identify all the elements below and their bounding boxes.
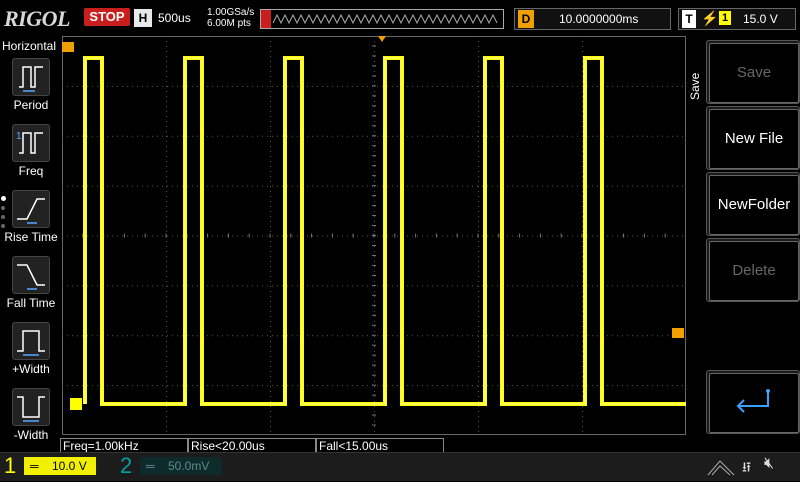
new-file-button[interactable]: New File	[706, 106, 800, 170]
top-status-bar: RIGOL STOP H 500us 1.00GSa/s 6.00M pts D…	[0, 0, 800, 36]
trigger-position-marker-top	[378, 36, 386, 42]
measure-panel: Horizontal Period 1 Freq Rise Time Fall …	[0, 36, 62, 452]
negative-width-icon	[12, 388, 50, 426]
measure-negative-width[interactable]: -Width	[0, 386, 62, 448]
save-button-label: Save	[709, 43, 799, 103]
dc-coupling-icon: ═	[30, 459, 39, 473]
timebase-label: H	[134, 9, 152, 27]
channel-2-number[interactable]: 2	[120, 453, 132, 479]
delay-label: D	[518, 10, 534, 28]
channel-1-scale: 10.0 V	[52, 459, 87, 473]
measure-rise-time-label: Rise Time	[4, 230, 58, 244]
channel-1-ground-marker	[70, 398, 82, 410]
new-folder-button-label: NewFolder	[709, 175, 799, 235]
measure-freq-label: Freq	[18, 164, 44, 178]
delay-value: 10.0000000ms	[559, 12, 639, 26]
save-menu: Save Save New File NewFolder Delete	[686, 36, 800, 452]
trigger-level-marker	[672, 328, 684, 338]
menu-hide-icon[interactable]	[706, 455, 736, 477]
rise-time-icon	[12, 190, 50, 228]
svg-text:1: 1	[16, 131, 22, 142]
run-stop-status[interactable]: STOP	[84, 8, 130, 26]
measure-positive-width[interactable]: +Width	[0, 320, 62, 382]
measure-fall-time-label: Fall Time	[6, 296, 56, 310]
trigger-level: 15.0 V	[743, 12, 778, 26]
menu-title-label: Save	[688, 72, 702, 100]
trigger-position-marker-left	[62, 42, 74, 52]
delete-button-label: Delete	[709, 241, 799, 301]
panel-title: Horizontal	[2, 39, 57, 53]
measure-period[interactable]: Period	[0, 56, 62, 118]
memory-overview-bar	[260, 9, 504, 29]
channel-1-scale-box[interactable]: ═ 10.0 V	[24, 457, 96, 475]
frequency-icon: 1	[12, 124, 50, 162]
memory-window-marker	[261, 10, 271, 28]
memory-depth: 6.00M pts	[207, 18, 251, 29]
save-button[interactable]: Save	[706, 40, 800, 104]
measure-positive-width-label: +Width	[12, 362, 50, 376]
enter-button[interactable]	[706, 370, 800, 434]
sample-rate: 1.00GSa/s	[207, 7, 255, 18]
delay-display[interactable]: D 10.0000000ms	[514, 8, 671, 30]
enter-icon	[736, 389, 770, 413]
new-file-button-label: New File	[709, 109, 799, 169]
square-waveform-core	[84, 57, 686, 405]
timebase-value[interactable]: 500us	[158, 11, 191, 25]
dc-coupling-icon: ═	[146, 459, 155, 473]
measure-fall-time[interactable]: Fall Time	[0, 254, 62, 316]
delete-button[interactable]: Delete	[706, 238, 800, 302]
brand-logo: RIGOL	[4, 6, 70, 31]
trigger-edge-icon: ⚡	[701, 10, 719, 26]
speaker-mute-icon[interactable]: 🔇︎	[764, 455, 774, 473]
new-folder-button[interactable]: NewFolder	[706, 172, 800, 236]
measure-negative-width-label: -Width	[13, 428, 49, 442]
measure-rise-time[interactable]: Rise Time	[0, 188, 62, 250]
waveform-display[interactable]	[61, 35, 687, 435]
channel-2-scale-box[interactable]: ═ 50.0mV	[140, 457, 222, 475]
enter-button-inner	[709, 373, 799, 433]
waveform-graticule	[61, 35, 687, 435]
memory-waveform-preview	[261, 10, 498, 28]
trigger-source: 1	[719, 11, 731, 25]
positive-width-icon	[12, 322, 50, 360]
channel-2-scale: 50.0mV	[168, 459, 210, 473]
channel-1-number[interactable]: 1	[4, 453, 16, 479]
period-icon	[12, 58, 50, 96]
trigger-display[interactable]: T ⚡ 1 15.0 V	[678, 8, 796, 30]
measure-freq[interactable]: 1 Freq	[0, 122, 62, 184]
usb-icon: ⭿	[742, 459, 752, 475]
fall-time-icon	[12, 256, 50, 294]
menu-title: Save	[688, 40, 704, 130]
measure-period-label: Period	[13, 98, 49, 112]
panel-scroll-dots[interactable]	[1, 196, 7, 236]
trigger-label: T	[682, 10, 696, 28]
